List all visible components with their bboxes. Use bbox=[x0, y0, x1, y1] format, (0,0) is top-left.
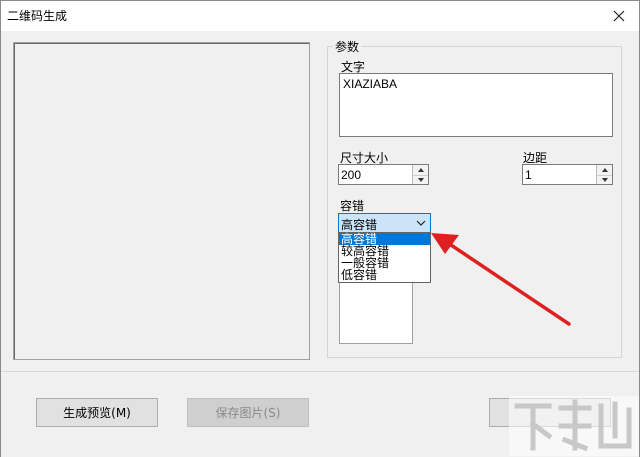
margin-spin-buttons[interactable] bbox=[596, 165, 612, 184]
qr-thumbnail-box bbox=[339, 283, 413, 344]
size-down-button[interactable] bbox=[413, 174, 428, 184]
size-up-button[interactable] bbox=[413, 165, 428, 175]
ecc-dropdown-list: 高容错 较高容错 一般容错 低容错 bbox=[338, 232, 431, 283]
size-value: 200 bbox=[341, 168, 362, 182]
window-title: 二维码生成 bbox=[7, 9, 68, 23]
close-button[interactable] bbox=[599, 1, 639, 31]
text-input[interactable]: XIAZIABA bbox=[339, 73, 613, 137]
arrow-up-icon bbox=[601, 167, 608, 172]
annotation-arrow-icon bbox=[431, 233, 571, 326]
watermark-logo-icon bbox=[509, 396, 639, 456]
margin-down-button[interactable] bbox=[597, 174, 612, 184]
arrow-up-icon bbox=[417, 167, 424, 172]
qr-preview-area bbox=[13, 42, 310, 360]
ecc-selected-value: 高容错 bbox=[341, 218, 378, 232]
arrow-down-icon bbox=[417, 177, 424, 182]
title-bar: 二维码生成 bbox=[1, 1, 639, 31]
size-spinbox[interactable]: 200 bbox=[338, 164, 429, 185]
arrow-down-icon bbox=[601, 177, 608, 182]
ecc-combobox[interactable]: 高容错 bbox=[338, 213, 431, 233]
ecc-option[interactable]: 低容错 bbox=[339, 269, 430, 281]
generate-preview-button[interactable]: 生成预览(M) bbox=[36, 398, 158, 427]
save-image-button[interactable]: 保存图片(S) bbox=[187, 398, 309, 427]
size-spin-buttons[interactable] bbox=[412, 165, 428, 184]
ecc-label: 容错 bbox=[340, 199, 365, 213]
margin-value: 1 bbox=[525, 168, 532, 182]
margin-spinbox[interactable]: 1 bbox=[522, 164, 613, 185]
close-icon bbox=[613, 10, 625, 22]
params-group-label: 参数 bbox=[333, 38, 362, 55]
qr-generator-dialog: 二维码生成 参数 文字 XIAZIABA 尺寸大小 200 边距 1 容错 高容… bbox=[0, 0, 640, 457]
margin-up-button[interactable] bbox=[597, 165, 612, 175]
